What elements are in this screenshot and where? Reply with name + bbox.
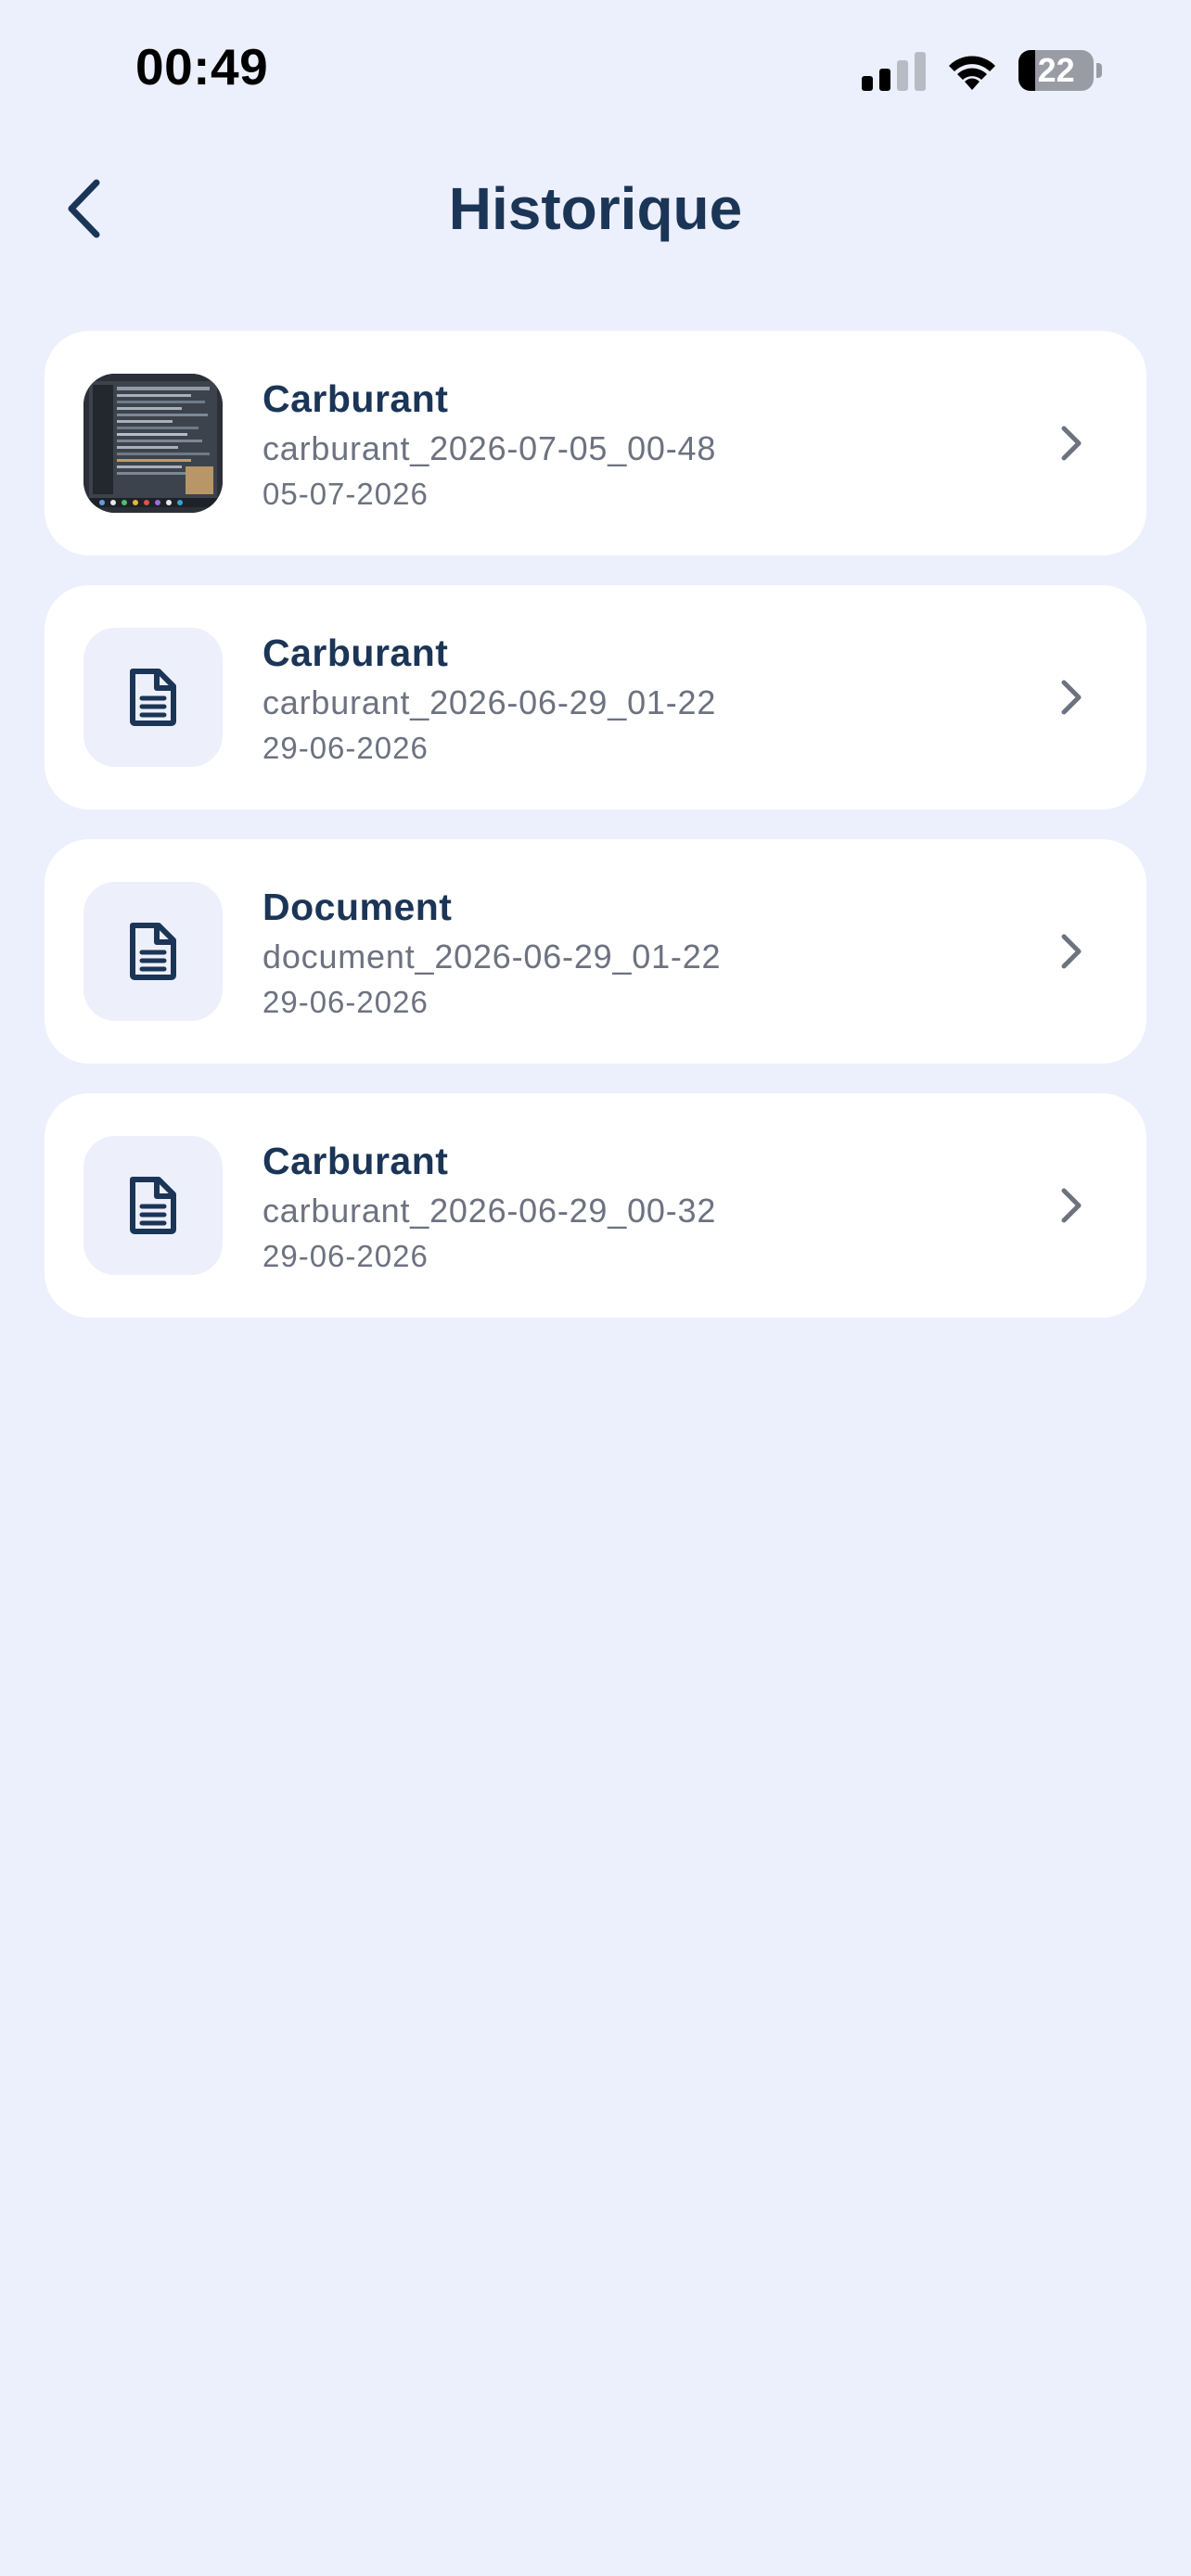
item-title: Document: [263, 886, 453, 928]
status-bar: 00:49 22: [0, 0, 1191, 139]
item-title: Carburant: [263, 377, 449, 420]
chevron-right-icon: [1048, 1182, 1095, 1229]
item-filename: carburant_2026-07-05_00-48: [263, 429, 717, 467]
document-icon: [130, 923, 176, 980]
chevron-right-icon: [1048, 928, 1095, 975]
item-filename: carburant_2026-06-29_00-32: [263, 1192, 717, 1230]
history-list: Carburant carburant_2026-07-05_00-48 05-…: [45, 331, 1146, 1347]
document-icon: [130, 669, 176, 726]
status-indicators: 22: [862, 45, 1102, 96]
item-date: 05-07-2026: [263, 477, 429, 511]
history-item[interactable]: Carburant carburant_2026-06-29_01-22 29-…: [45, 585, 1146, 810]
history-item[interactable]: Carburant carburant_2026-06-29_00-32 29-…: [45, 1093, 1146, 1318]
photo-thumbnail: [83, 374, 223, 513]
header: Historique: [0, 148, 1191, 269]
document-icon: [130, 1177, 176, 1234]
wifi-icon: [949, 56, 995, 90]
item-title: Carburant: [263, 1140, 449, 1182]
item-title: Carburant: [263, 631, 449, 674]
status-time: 00:49: [135, 38, 269, 96]
item-date: 29-06-2026: [263, 1239, 429, 1273]
item-date: 29-06-2026: [263, 731, 429, 765]
history-item[interactable]: Document document_2026-06-29_01-22 29-06…: [45, 839, 1146, 1064]
document-icon-tile: [83, 628, 223, 767]
page-title: Historique: [448, 175, 743, 242]
history-item[interactable]: Carburant carburant_2026-07-05_00-48 05-…: [45, 331, 1146, 555]
battery-level: 22: [1037, 51, 1075, 89]
battery-icon: 22: [1018, 49, 1102, 92]
document-icon-tile: [83, 1136, 223, 1275]
item-filename: document_2026-06-29_01-22: [263, 937, 722, 976]
cellular-signal-icon: [862, 50, 926, 91]
document-icon-tile: [83, 882, 223, 1021]
chevron-right-icon: [1048, 420, 1095, 466]
item-date: 29-06-2026: [263, 985, 429, 1019]
chevron-right-icon: [1048, 674, 1095, 721]
item-filename: carburant_2026-06-29_01-22: [263, 683, 717, 721]
